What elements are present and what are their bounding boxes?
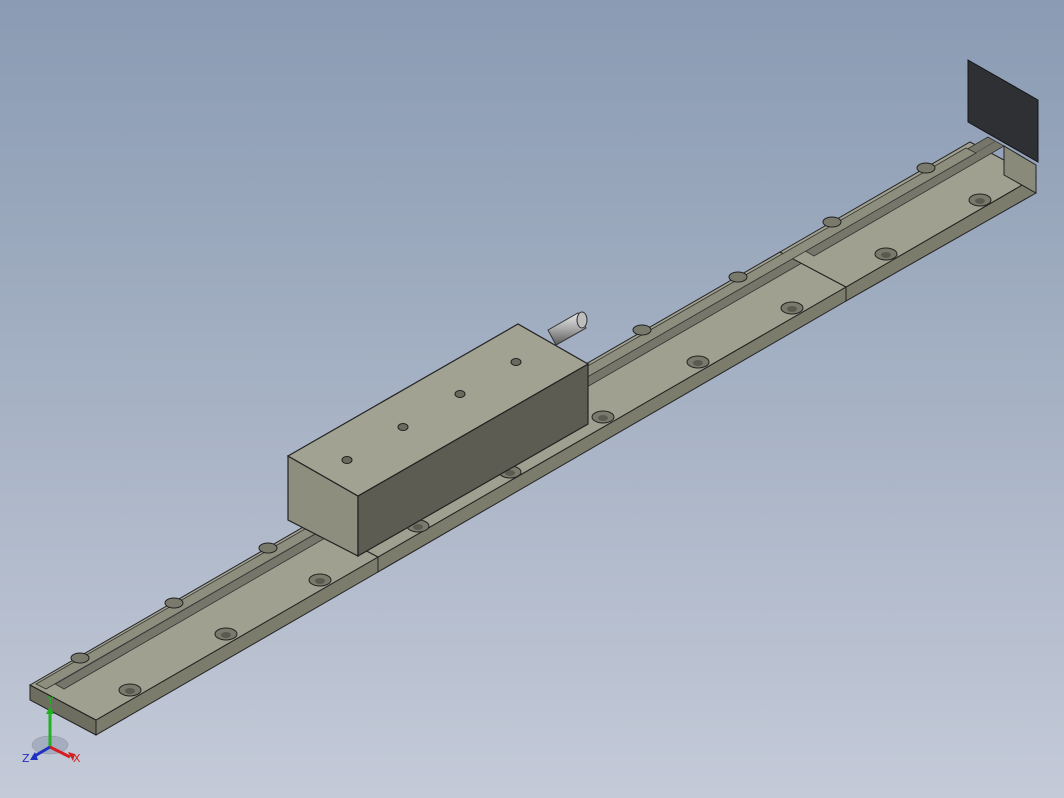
mounting-hole [632, 324, 652, 336]
cad-model-view[interactable]: X Y Z [0, 0, 1064, 798]
graphics-viewport[interactable]: X Y Z [0, 0, 1064, 798]
carriage-hole [510, 358, 522, 366]
mounting-hole [70, 652, 90, 664]
shaft-pin[interactable] [547, 311, 588, 346]
mounting-hole [728, 271, 748, 283]
x-axis-label: X [73, 752, 81, 765]
carriage-hole [397, 423, 409, 431]
carriage-hole [454, 390, 466, 398]
mounting-hole [822, 216, 842, 228]
mounting-hole [164, 597, 184, 609]
carriage-hole [341, 456, 353, 464]
mounting-hole [916, 162, 936, 174]
z-axis-label: Z [22, 752, 30, 765]
y-axis-label: Y [46, 694, 54, 707]
mounting-hole [258, 542, 278, 554]
rail-segment-1[interactable] [28, 516, 380, 736]
